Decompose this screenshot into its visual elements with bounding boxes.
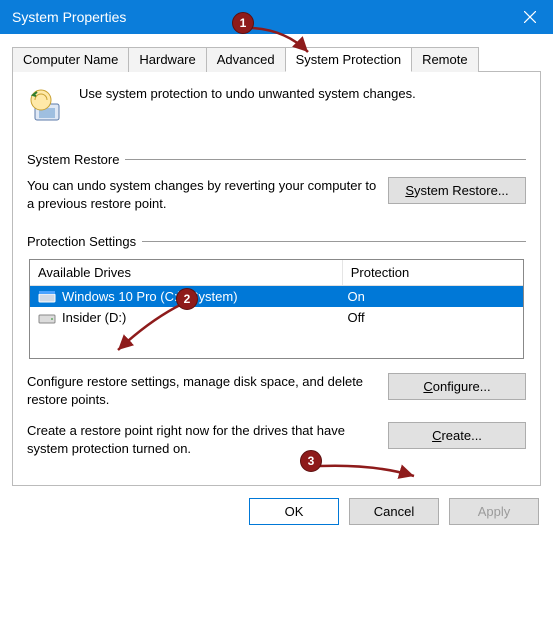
window-title: System Properties xyxy=(12,9,126,25)
dialog-body: Computer Name Hardware Advanced System P… xyxy=(0,34,553,486)
system-restore-text: You can undo system changes by reverting… xyxy=(27,177,378,212)
system-restore-button[interactable]: System Restore... xyxy=(388,177,526,204)
ok-button[interactable]: OK xyxy=(249,498,339,525)
cancel-button[interactable]: Cancel xyxy=(349,498,439,525)
drive-protection: Off xyxy=(348,310,516,325)
drive-row[interactable]: Insider (D:) Off xyxy=(30,307,523,328)
close-icon[interactable] xyxy=(507,0,553,34)
create-button[interactable]: Create... xyxy=(388,422,526,449)
drives-listbox[interactable]: Available Drives Protection Windows 10 P… xyxy=(29,259,524,359)
intro-text: Use system protection to undo unwanted s… xyxy=(79,86,416,101)
annotation-arrow-1 xyxy=(246,24,316,58)
drive-icon xyxy=(38,290,56,304)
drive-row[interactable]: Windows 10 Pro (C:) (System) On xyxy=(30,286,523,307)
annotation-badge-2: 2 xyxy=(176,288,198,310)
create-text: Create a restore point right now for the… xyxy=(27,422,378,457)
tab-computer-name[interactable]: Computer Name xyxy=(12,47,129,72)
tab-remote[interactable]: Remote xyxy=(411,47,479,72)
dialog-footer-buttons: OK Cancel Apply xyxy=(0,486,553,539)
annotation-badge-3: 3 xyxy=(300,450,322,472)
drive-icon xyxy=(38,311,56,325)
apply-button[interactable]: Apply xyxy=(449,498,539,525)
configure-button[interactable]: Configure... xyxy=(388,373,526,400)
tab-hardware[interactable]: Hardware xyxy=(128,47,206,72)
group-system-restore: System Restore You can undo system chang… xyxy=(27,152,526,212)
group-protection-settings: Protection Settings Available Drives Pro… xyxy=(27,234,526,457)
annotation-arrow-2 xyxy=(110,300,188,356)
tab-panel-system-protection: Use system protection to undo unwanted s… xyxy=(12,72,541,486)
restore-globe-icon xyxy=(27,86,67,126)
group-label-protection-settings: Protection Settings xyxy=(27,234,142,249)
column-header-protection[interactable]: Protection xyxy=(343,260,523,285)
annotation-badge-1: 1 xyxy=(232,12,254,34)
annotation-arrow-3 xyxy=(314,460,420,484)
group-label-system-restore: System Restore xyxy=(27,152,125,167)
column-header-drives[interactable]: Available Drives xyxy=(30,260,343,285)
configure-text: Configure restore settings, manage disk … xyxy=(27,373,378,408)
intro-row: Use system protection to undo unwanted s… xyxy=(27,86,526,126)
drive-protection: On xyxy=(348,289,516,304)
